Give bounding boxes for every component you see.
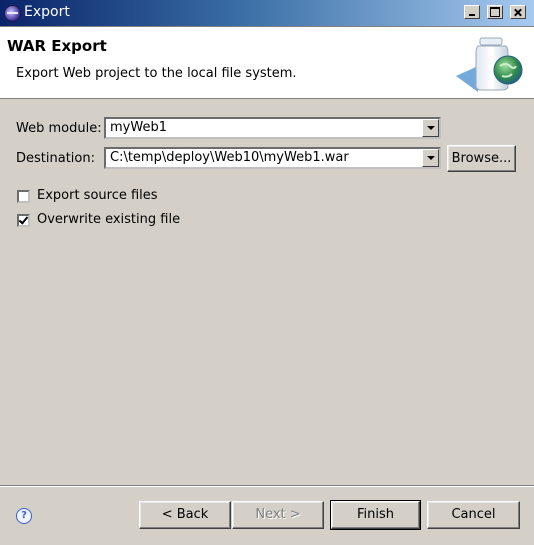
jar-globe-wizard-icon [456,37,523,92]
eclipse-icon [4,5,21,22]
title-bar[interactable]: Export [0,0,534,27]
destination-combo[interactable]: C:\temp\deploy\Web10\myWeb1.war [104,147,441,169]
footer-separator [0,485,534,487]
overwrite-checkbox[interactable] [17,214,30,227]
chevron-down-icon[interactable] [422,119,439,137]
browse-button[interactable]: Browse... [447,145,516,172]
destination-value: C:\temp\deploy\Web10\myWeb1.war [110,150,349,165]
overwrite-label[interactable]: Overwrite existing file [37,212,180,227]
web-module-value: myWeb1 [110,120,167,135]
next-button[interactable]: Next > [232,501,324,529]
export-source-label[interactable]: Export source files [37,188,158,203]
close-button[interactable] [510,5,526,19]
export-source-checkbox[interactable] [17,190,30,203]
back-button[interactable]: < Back [139,501,231,529]
help-icon[interactable]: ? [16,508,32,524]
destination-label: Destination: [16,151,95,166]
web-module-label: Web module: [16,121,102,136]
wizard-description: Export Web project to the local file sys… [16,66,297,81]
finish-button[interactable]: Finish [330,500,421,530]
export-dialog: Export WAR Export Export Web project to … [0,0,534,545]
minimize-button[interactable] [464,5,480,19]
chevron-down-icon[interactable] [422,149,439,167]
cancel-button[interactable]: Cancel [427,501,520,529]
maximize-button[interactable] [487,5,503,19]
window-title: Export [24,4,70,20]
wizard-banner: WAR Export Export Web project to the loc… [0,27,534,99]
web-module-combo[interactable]: myWeb1 [104,117,441,139]
wizard-title: WAR Export [7,37,107,55]
